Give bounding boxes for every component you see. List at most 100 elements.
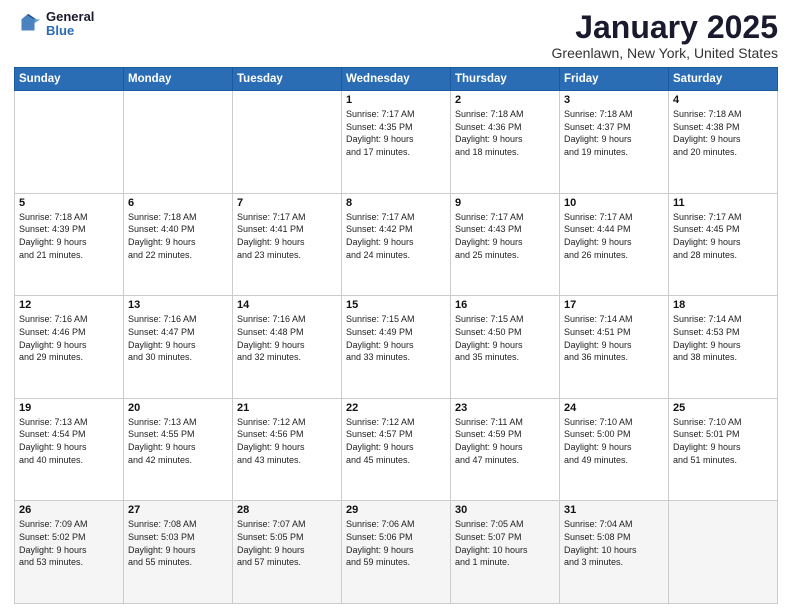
day-detail: Sunrise: 7:12 AM Sunset: 4:57 PM Dayligh… xyxy=(346,416,446,466)
day-number: 3 xyxy=(564,94,664,106)
page: General Blue January 2025 Greenlawn, New… xyxy=(0,0,792,612)
day-number: 31 xyxy=(564,504,664,516)
day-number: 20 xyxy=(128,402,228,414)
calendar-cell: 4Sunrise: 7:18 AM Sunset: 4:38 PM Daylig… xyxy=(669,91,778,194)
day-number: 6 xyxy=(128,197,228,209)
header-tuesday: Tuesday xyxy=(233,68,342,91)
calendar-week-1: 1 Sunrise: 7:17 AM Sunset: 4:35 PM Daylig… xyxy=(15,91,778,194)
day-detail: Sunrise: 7:18 AM Sunset: 4:37 PM Dayligh… xyxy=(564,108,664,158)
day-detail: Sunrise: 7:13 AM Sunset: 4:54 PM Dayligh… xyxy=(19,416,119,466)
day-number: 28 xyxy=(237,504,337,516)
calendar-cell: 30 Sunrise: 7:05 AM Sunset: 5:07 PM Dayli… xyxy=(451,501,560,604)
day-detail: Sunrise: 7:17 AM Sunset: 4:45 PM Dayligh… xyxy=(673,211,773,261)
day-detail: Sunrise: 7:14 AM Sunset: 4:53 PM Dayligh… xyxy=(673,313,773,363)
calendar-cell: 16Sunrise: 7:15 AM Sunset: 4:50 PM Dayli… xyxy=(451,296,560,399)
logo-general-text: General xyxy=(46,10,94,24)
day-number: 19 xyxy=(19,402,119,414)
header-friday: Friday xyxy=(560,68,669,91)
calendar-cell: 8 Sunrise: 7:17 AM Sunset: 4:42 PM Daylig… xyxy=(342,193,451,296)
calendar-cell: 3 Sunrise: 7:18 AM Sunset: 4:37 PM Daylig… xyxy=(560,91,669,194)
day-detail: Sunrise: 7:17 AM Sunset: 4:35 PM Dayligh… xyxy=(346,108,446,158)
calendar-cell xyxy=(15,91,124,194)
calendar-cell: 18Sunrise: 7:14 AM Sunset: 4:53 PM Dayli… xyxy=(669,296,778,399)
calendar-body: 1 Sunrise: 7:17 AM Sunset: 4:35 PM Daylig… xyxy=(15,91,778,604)
day-detail: Sunrise: 7:17 AM Sunset: 4:42 PM Dayligh… xyxy=(346,211,446,261)
calendar-cell: 22 Sunrise: 7:12 AM Sunset: 4:57 PM Dayli… xyxy=(342,398,451,501)
day-number: 24 xyxy=(564,402,664,414)
day-number: 12 xyxy=(19,299,119,311)
calendar-cell: 31 Sunrise: 7:04 AM Sunset: 5:08 PM Dayli… xyxy=(560,501,669,604)
header: General Blue January 2025 Greenlawn, New… xyxy=(14,10,778,61)
calendar-cell: 25Sunrise: 7:10 AM Sunset: 5:01 PM Dayli… xyxy=(669,398,778,501)
header-thursday: Thursday xyxy=(451,68,560,91)
day-number: 30 xyxy=(455,504,555,516)
day-detail: Sunrise: 7:08 AM Sunset: 5:03 PM Dayligh… xyxy=(128,518,228,568)
calendar-cell xyxy=(669,501,778,604)
calendar-cell: 28 Sunrise: 7:07 AM Sunset: 5:05 PM Dayli… xyxy=(233,501,342,604)
logo: General Blue xyxy=(14,10,94,39)
calendar-title: January 2025 xyxy=(552,10,778,45)
day-number: 22 xyxy=(346,402,446,414)
day-detail: Sunrise: 7:16 AM Sunset: 4:46 PM Dayligh… xyxy=(19,313,119,363)
day-detail: Sunrise: 7:09 AM Sunset: 5:02 PM Dayligh… xyxy=(19,518,119,568)
calendar-table: Sunday Monday Tuesday Wednesday Thursday… xyxy=(14,67,778,604)
day-number: 23 xyxy=(455,402,555,414)
day-number: 8 xyxy=(346,197,446,209)
calendar-week-3: 12 Sunrise: 7:16 AM Sunset: 4:46 PM Dayli… xyxy=(15,296,778,399)
header-saturday: Saturday xyxy=(669,68,778,91)
day-number: 29 xyxy=(346,504,446,516)
day-number: 9 xyxy=(455,197,555,209)
day-detail: Sunrise: 7:04 AM Sunset: 5:08 PM Dayligh… xyxy=(564,518,664,568)
calendar-cell: 13 Sunrise: 7:16 AM Sunset: 4:47 PM Dayli… xyxy=(124,296,233,399)
day-detail: Sunrise: 7:12 AM Sunset: 4:56 PM Dayligh… xyxy=(237,416,337,466)
day-number: 1 xyxy=(346,94,446,106)
calendar-cell: 12 Sunrise: 7:16 AM Sunset: 4:46 PM Dayli… xyxy=(15,296,124,399)
title-block: January 2025 Greenlawn, New York, United… xyxy=(552,10,778,61)
day-number: 5 xyxy=(19,197,119,209)
day-number: 27 xyxy=(128,504,228,516)
day-detail: Sunrise: 7:15 AM Sunset: 4:49 PM Dayligh… xyxy=(346,313,446,363)
day-number: 10 xyxy=(564,197,664,209)
weekday-header-row: Sunday Monday Tuesday Wednesday Thursday… xyxy=(15,68,778,91)
calendar-cell: 2Sunrise: 7:18 AM Sunset: 4:36 PM Daylig… xyxy=(451,91,560,194)
calendar-week-4: 19 Sunrise: 7:13 AM Sunset: 4:54 PM Dayli… xyxy=(15,398,778,501)
day-number: 7 xyxy=(237,197,337,209)
day-detail: Sunrise: 7:06 AM Sunset: 5:06 PM Dayligh… xyxy=(346,518,446,568)
day-detail: Sunrise: 7:16 AM Sunset: 4:47 PM Dayligh… xyxy=(128,313,228,363)
day-detail: Sunrise: 7:17 AM Sunset: 4:41 PM Dayligh… xyxy=(237,211,337,261)
day-number: 15 xyxy=(346,299,446,311)
day-number: 17 xyxy=(564,299,664,311)
calendar-cell: 27 Sunrise: 7:08 AM Sunset: 5:03 PM Dayli… xyxy=(124,501,233,604)
day-number: 16 xyxy=(455,299,555,311)
calendar-cell xyxy=(124,91,233,194)
logo-text: General Blue xyxy=(46,10,94,39)
header-sunday: Sunday xyxy=(15,68,124,91)
day-detail: Sunrise: 7:10 AM Sunset: 5:00 PM Dayligh… xyxy=(564,416,664,466)
calendar-cell: 14Sunrise: 7:16 AM Sunset: 4:48 PM Dayli… xyxy=(233,296,342,399)
day-number: 25 xyxy=(673,402,773,414)
calendar-cell: 11Sunrise: 7:17 AM Sunset: 4:45 PM Dayli… xyxy=(669,193,778,296)
day-number: 4 xyxy=(673,94,773,106)
calendar-cell: 5 Sunrise: 7:18 AM Sunset: 4:39 PM Daylig… xyxy=(15,193,124,296)
calendar-cell: 29 Sunrise: 7:06 AM Sunset: 5:06 PM Dayli… xyxy=(342,501,451,604)
day-number: 13 xyxy=(128,299,228,311)
calendar-week-2: 5 Sunrise: 7:18 AM Sunset: 4:39 PM Daylig… xyxy=(15,193,778,296)
calendar-cell: 20Sunrise: 7:13 AM Sunset: 4:55 PM Dayli… xyxy=(124,398,233,501)
day-detail: Sunrise: 7:11 AM Sunset: 4:59 PM Dayligh… xyxy=(455,416,555,466)
day-detail: Sunrise: 7:07 AM Sunset: 5:05 PM Dayligh… xyxy=(237,518,337,568)
calendar-week-5: 26Sunrise: 7:09 AM Sunset: 5:02 PM Dayli… xyxy=(15,501,778,604)
calendar-location: Greenlawn, New York, United States xyxy=(552,45,778,61)
day-detail: Sunrise: 7:18 AM Sunset: 4:40 PM Dayligh… xyxy=(128,211,228,261)
day-detail: Sunrise: 7:05 AM Sunset: 5:07 PM Dayligh… xyxy=(455,518,555,568)
calendar-cell: 21 Sunrise: 7:12 AM Sunset: 4:56 PM Dayli… xyxy=(233,398,342,501)
calendar-cell: 26Sunrise: 7:09 AM Sunset: 5:02 PM Dayli… xyxy=(15,501,124,604)
calendar-cell: 23 Sunrise: 7:11 AM Sunset: 4:59 PM Dayli… xyxy=(451,398,560,501)
calendar-cell: 10Sunrise: 7:17 AM Sunset: 4:44 PM Dayli… xyxy=(560,193,669,296)
header-monday: Monday xyxy=(124,68,233,91)
day-detail: Sunrise: 7:14 AM Sunset: 4:51 PM Dayligh… xyxy=(564,313,664,363)
calendar-cell: 6 Sunrise: 7:18 AM Sunset: 4:40 PM Daylig… xyxy=(124,193,233,296)
header-wednesday: Wednesday xyxy=(342,68,451,91)
day-detail: Sunrise: 7:18 AM Sunset: 4:39 PM Dayligh… xyxy=(19,211,119,261)
day-number: 21 xyxy=(237,402,337,414)
logo-icon xyxy=(14,10,42,38)
